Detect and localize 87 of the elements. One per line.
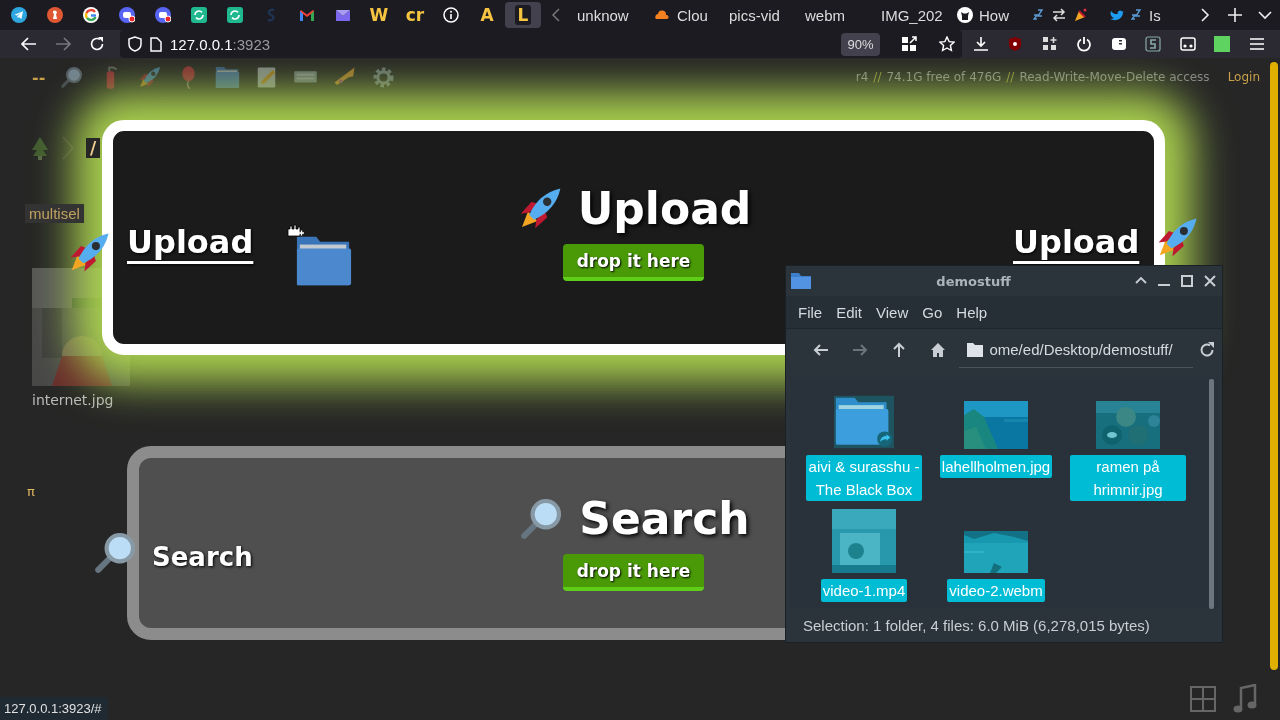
multiselect-toggle[interactable]: multisel <box>25 204 84 223</box>
link-preview-url: 127.0.0.1:3923/# <box>0 697 108 720</box>
containers-icon[interactable] <box>900 36 917 52</box>
browser-tab[interactable]: Clou <box>647 2 723 28</box>
folder-link-icon <box>834 395 894 449</box>
menu-item[interactable]: Edit <box>829 303 870 321</box>
address-bar[interactable]: 127.0.0.1:3923 90% <box>120 30 962 58</box>
folder-icon <box>967 342 984 357</box>
sidebar-icon[interactable] <box>1110 36 1127 52</box>
swirl-icon <box>191 7 207 23</box>
s-box-icon[interactable] <box>1145 36 1162 52</box>
back-icon[interactable] <box>21 37 37 51</box>
menu-item[interactable]: Help <box>949 303 995 321</box>
plus-icon[interactable] <box>1228 8 1242 22</box>
menu-item[interactable]: View <box>869 303 916 321</box>
forward-icon[interactable] <box>55 37 71 51</box>
search-label: Search <box>152 542 253 572</box>
reload-icon[interactable] <box>89 36 105 52</box>
browser-tab[interactable]: cr <box>397 2 433 28</box>
page-icon <box>150 36 162 52</box>
folder-icon[interactable] <box>215 64 241 90</box>
tree-icon[interactable] <box>30 136 50 160</box>
drop-button[interactable]: drop it here <box>562 244 705 281</box>
upload-label: Upload <box>1013 223 1140 261</box>
pi-link[interactable]: π <box>27 484 35 499</box>
grid-icon[interactable] <box>1190 686 1216 712</box>
menu-toggle[interactable]: -- <box>32 67 46 87</box>
folder-icon <box>790 272 812 290</box>
download-icon[interactable] <box>972 36 989 52</box>
zoom-badge[interactable]: 90% <box>841 32 880 56</box>
search-icon[interactable] <box>59 64 85 90</box>
browser-tab[interactable]: W <box>361 2 397 28</box>
swirl-icon <box>227 7 243 23</box>
browser-tab[interactable]: Is <box>1103 2 1179 28</box>
server-status-text: r4 // 74.1G free of 476G // Read-Write-Move-Delete access <box>855 70 1210 84</box>
scrollbar[interactable] <box>1209 379 1214 609</box>
chevron-right-icon <box>62 136 74 160</box>
chat-bubble-icon <box>119 7 135 23</box>
chevron-down-icon[interactable] <box>1258 10 1272 20</box>
browser-tab[interactable]: A <box>469 2 505 28</box>
chevron-left-icon[interactable] <box>551 7 561 23</box>
envelope-icon <box>335 7 351 23</box>
browser-tab[interactable]: How <box>951 2 1027 28</box>
back-icon[interactable] <box>813 342 830 358</box>
menu-item[interactable]: File <box>791 303 830 321</box>
browser-tab[interactable]: webm <box>799 2 875 28</box>
puzzle-plus-icon[interactable] <box>1041 36 1058 52</box>
drop-zone-title: Upload <box>577 183 752 234</box>
info-icon <box>443 7 459 23</box>
sleep-icon <box>1033 7 1045 23</box>
upload-label: Upload <box>127 223 254 261</box>
forward-icon[interactable] <box>852 342 869 358</box>
browser-tab[interactable]: unknow <box>571 2 647 28</box>
maximize-icon[interactable] <box>1181 275 1193 287</box>
scrollbar[interactable] <box>1270 62 1278 670</box>
ring-icon <box>83 7 99 23</box>
path-field[interactable]: ome/ed/Desktop/demostuff/ <box>959 332 1193 368</box>
cassette-icon[interactable] <box>1179 36 1196 52</box>
party-popper-icon <box>1073 7 1089 23</box>
browser-tab[interactable]: L <box>505 2 541 28</box>
close-icon[interactable] <box>1204 275 1216 287</box>
drop-button[interactable]: drop it here <box>562 554 705 591</box>
menu-item[interactable]: Go <box>915 303 950 321</box>
shield-icon[interactable] <box>1007 36 1024 52</box>
envelope-icon <box>299 7 315 23</box>
home-icon[interactable] <box>930 342 946 358</box>
window-title: demostuff <box>935 273 1012 289</box>
rocket-icon[interactable] <box>137 64 163 90</box>
menu-icon[interactable] <box>1248 36 1265 52</box>
chat-bubble-icon <box>155 7 171 23</box>
drop-zone-title: Search <box>579 493 750 544</box>
shield-icon[interactable] <box>128 36 142 52</box>
hand-cursor-icon <box>286 224 304 238</box>
paper-plane-icon <box>11 7 27 23</box>
sleep-icon <box>1131 7 1143 23</box>
browser-tab[interactable]: IMG_202 <box>875 2 951 28</box>
reload-icon[interactable] <box>1199 342 1216 358</box>
square-icon[interactable] <box>1214 36 1231 52</box>
star-icon[interactable] <box>938 36 955 52</box>
login-link[interactable]: Login <box>1227 70 1260 84</box>
power-icon[interactable] <box>1076 36 1093 52</box>
swap-arrows-icon <box>1051 7 1067 23</box>
chevron-right-icon[interactable] <box>1200 7 1210 23</box>
file-name[interactable]: internet.jpg <box>32 392 114 408</box>
browser-tab[interactable]: pics-vid <box>723 2 799 28</box>
music-note-icon[interactable] <box>1233 684 1257 714</box>
url-text: 127.0.0.1:3923 <box>170 35 271 53</box>
